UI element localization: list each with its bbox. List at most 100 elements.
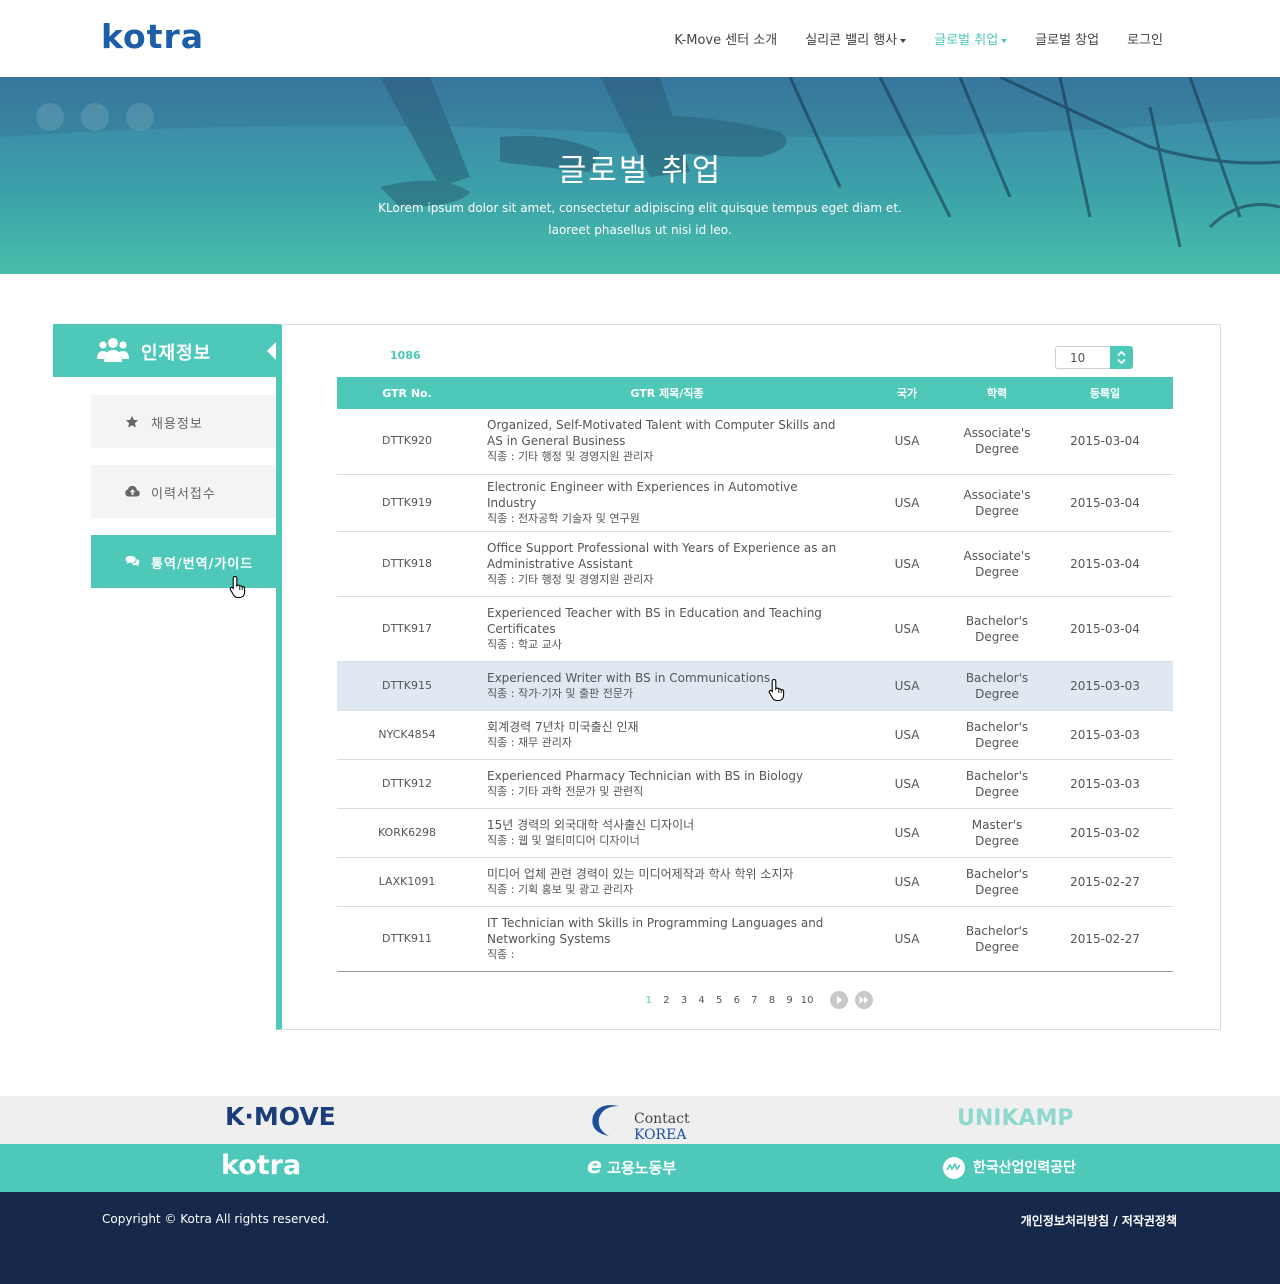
title-cell[interactable]: Organized, Self-Motivated Talent with Co… bbox=[477, 409, 857, 475]
hero-subtitle: KLorem ipsum dolor sit amet, consectetur… bbox=[0, 197, 1280, 241]
education-level: Bachelor's bbox=[965, 613, 1029, 628]
cloud-upload-icon bbox=[125, 485, 140, 497]
gtr-no-cell: DTTK918 bbox=[337, 531, 477, 597]
page-link-1[interactable]: 1 bbox=[640, 995, 658, 1006]
table-row[interactable]: NYCK4854 회계경력 7년차 미국출신 인재 직종 : 재무 관리자 USA Ba… bbox=[337, 710, 1173, 760]
date-cell: 2015-03-04 bbox=[1037, 531, 1173, 597]
per-page-select[interactable]: 10 bbox=[1055, 346, 1133, 369]
nav-kmove-center[interactable]: K-Move 센터 소개 bbox=[674, 29, 777, 48]
play-icon bbox=[836, 996, 842, 1004]
education-degree: Degree bbox=[975, 442, 1019, 457]
site-footer: Copyright © Kotra All rights reserved. 개… bbox=[0, 1192, 1280, 1284]
table-row[interactable]: DTTK911 IT Technician with Skills in Prog… bbox=[337, 906, 1173, 972]
kmove-logo[interactable]: K·MOVE bbox=[225, 1102, 336, 1131]
education-degree: Degree bbox=[975, 833, 1019, 848]
education-cell: Associate's Degree bbox=[957, 531, 1037, 597]
country-cell: USA bbox=[857, 531, 957, 597]
table-row[interactable]: LAXK1091 미디어 업체 관련 경력이 있는 미디어제작과 학사 학위 소지… bbox=[337, 857, 1173, 907]
title-cell[interactable]: Electronic Engineer with Experiences in … bbox=[477, 474, 857, 532]
job-title[interactable]: 회계경력 7년차 미국출신 인재 bbox=[487, 719, 847, 735]
date-cell: 2015-03-04 bbox=[1037, 409, 1173, 475]
kotra-footer-logo[interactable]: kotra bbox=[221, 1150, 301, 1181]
title-cell[interactable]: 미디어 업체 관련 경력이 있는 미디어제작과 학사 학위 소지자 직종 : 기획… bbox=[477, 857, 857, 907]
kotra-logo[interactable]: kotra bbox=[101, 17, 204, 56]
job-title[interactable]: Electronic Engineer with Experiences in … bbox=[487, 479, 847, 511]
sidebar-item-resume[interactable]: 이력서접수 bbox=[91, 465, 276, 518]
job-title[interactable]: 15년 경력의 외국대학 석사출신 디자이너 bbox=[487, 817, 847, 833]
page-link-3[interactable]: 3 bbox=[675, 995, 693, 1006]
nav-global-startup[interactable]: 글로벌 창업 bbox=[1035, 29, 1099, 48]
job-category: 직종 : 기획 홍보 및 광고 관리자 bbox=[487, 882, 634, 896]
page-link-10[interactable]: 10 bbox=[798, 995, 816, 1006]
per-page-toggle[interactable] bbox=[1110, 346, 1133, 369]
job-title[interactable]: Office Support Professional with Years o… bbox=[487, 540, 847, 572]
star-icon bbox=[125, 415, 139, 428]
col-gtr-no[interactable]: GTR No. bbox=[337, 377, 477, 409]
job-category: 직종 : 학교 교사 bbox=[487, 637, 562, 651]
nav-silicon-valley-events[interactable]: 실리콘 밸리 행사 bbox=[805, 29, 907, 48]
nav-global-employment[interactable]: 글로벌 취업 bbox=[934, 29, 1008, 48]
job-title[interactable]: Experienced Writer with BS in Communicat… bbox=[487, 670, 847, 686]
education-degree: Degree bbox=[975, 629, 1019, 644]
col-country[interactable]: 국가 bbox=[857, 377, 957, 409]
job-title[interactable]: 미디어 업체 관련 경력이 있는 미디어제작과 학사 학위 소지자 bbox=[487, 866, 847, 882]
gtr-no-cell: DTTK920 bbox=[337, 409, 477, 475]
ministry-labor-logo[interactable]: e 고용노동부 bbox=[587, 1154, 676, 1179]
title-cell[interactable]: Experienced Pharmacy Technician with BS … bbox=[477, 759, 857, 809]
country-cell: USA bbox=[857, 409, 957, 475]
page-link-2[interactable]: 2 bbox=[658, 995, 676, 1006]
main-nav: K-Move 센터 소개 실리콘 밸리 행사 글로벌 취업 글로벌 창업 로그인 bbox=[674, 29, 1163, 48]
caret-down-icon bbox=[1001, 38, 1008, 43]
sidebar-item-label: 채용정보 bbox=[151, 417, 203, 432]
unikamp-logo[interactable]: UNIKAMP bbox=[957, 1106, 1074, 1131]
title-cell[interactable]: 회계경력 7년차 미국출신 인재 직종 : 재무 관리자 bbox=[477, 710, 857, 760]
job-title[interactable]: Experienced Teacher with BS in Education… bbox=[487, 605, 847, 637]
footer-policy-links[interactable]: 개인정보처리방침 / 저작권정책 bbox=[1021, 1212, 1177, 1229]
date-cell: 2015-03-02 bbox=[1037, 808, 1173, 858]
page-link-9[interactable]: 9 bbox=[781, 995, 799, 1006]
col-date[interactable]: 등록일 bbox=[1037, 377, 1173, 409]
title-cell[interactable]: Experienced Writer with BS in Communicat… bbox=[477, 661, 857, 711]
page-link-4[interactable]: 4 bbox=[693, 995, 711, 1006]
country-cell: USA bbox=[857, 759, 957, 809]
job-title[interactable]: IT Technician with Skills in Programming… bbox=[487, 915, 847, 947]
site-header: kotra K-Move 센터 소개 실리콘 밸리 행사 글로벌 취업 글로벌 … bbox=[0, 0, 1280, 77]
education-cell: Bachelor's Degree bbox=[957, 857, 1037, 907]
job-category: 직종 : 웹 및 멀티미디어 디자이너 bbox=[487, 833, 640, 847]
col-title[interactable]: GTR 제목/직종 bbox=[477, 377, 857, 409]
hero-subtitle-line-2: laoreet phasellus ut nisi id leo. bbox=[548, 223, 732, 237]
col-education[interactable]: 학력 bbox=[957, 377, 1037, 409]
table-row[interactable]: DTTK917 Experienced Teacher with BS in Ed… bbox=[337, 596, 1173, 662]
page-link-8[interactable]: 8 bbox=[763, 995, 781, 1006]
nav-login[interactable]: 로그인 bbox=[1127, 29, 1163, 48]
table-row[interactable]: DTTK915 Experienced Writer with BS in Com… bbox=[337, 661, 1173, 711]
page-link-5[interactable]: 5 bbox=[710, 995, 728, 1006]
education-cell: Bachelor's Degree bbox=[957, 759, 1037, 809]
last-page-button[interactable] bbox=[854, 991, 873, 1009]
page-link-6[interactable]: 6 bbox=[728, 995, 746, 1006]
next-page-button[interactable] bbox=[829, 991, 848, 1009]
table-row[interactable]: DTTK919 Electronic Engineer with Experien… bbox=[337, 474, 1173, 532]
country-cell: USA bbox=[857, 857, 957, 907]
table-row[interactable]: DTTK920 Organized, Self-Motivated Talent … bbox=[337, 409, 1173, 475]
title-cell[interactable]: 15년 경력의 외국대학 석사출신 디자이너 직종 : 웹 및 멀티미디어 디자이… bbox=[477, 808, 857, 858]
title-cell[interactable]: Office Support Professional with Years o… bbox=[477, 531, 857, 597]
sidebar-item-jobs[interactable]: 채용정보 bbox=[91, 395, 276, 448]
gtr-no-cell: LAXK1091 bbox=[337, 857, 477, 907]
table-row[interactable]: DTTK912 Experienced Pharmacy Technician w… bbox=[337, 759, 1173, 809]
education-level: Master's bbox=[971, 817, 1023, 832]
sidebar-item-label: 이력서접수 bbox=[151, 487, 216, 502]
job-title[interactable]: Organized, Self-Motivated Talent with Co… bbox=[487, 417, 847, 449]
title-cell[interactable]: IT Technician with Skills in Programming… bbox=[477, 906, 857, 972]
table-row[interactable]: KORK6298 15년 경력의 외국대학 석사출신 디자이너 직종 : 웹 및 멀… bbox=[337, 808, 1173, 858]
table-row[interactable]: DTTK918 Office Support Professional with … bbox=[337, 531, 1173, 597]
page-link-7[interactable]: 7 bbox=[746, 995, 764, 1006]
title-cell[interactable]: Experienced Teacher with BS in Education… bbox=[477, 596, 857, 662]
education-cell: Bachelor's Degree bbox=[957, 906, 1037, 972]
job-title[interactable]: Experienced Pharmacy Technician with BS … bbox=[487, 768, 847, 784]
pagination: 1 2 3 4 5 6 7 8 9 10 bbox=[640, 991, 873, 1009]
hrd-korea-emblem-icon bbox=[943, 1157, 965, 1179]
caret-down-icon bbox=[900, 38, 907, 43]
education-cell: Master's Degree bbox=[957, 808, 1037, 858]
hrd-korea-logo[interactable]: 한국산업인력공단 bbox=[940, 1156, 1076, 1180]
